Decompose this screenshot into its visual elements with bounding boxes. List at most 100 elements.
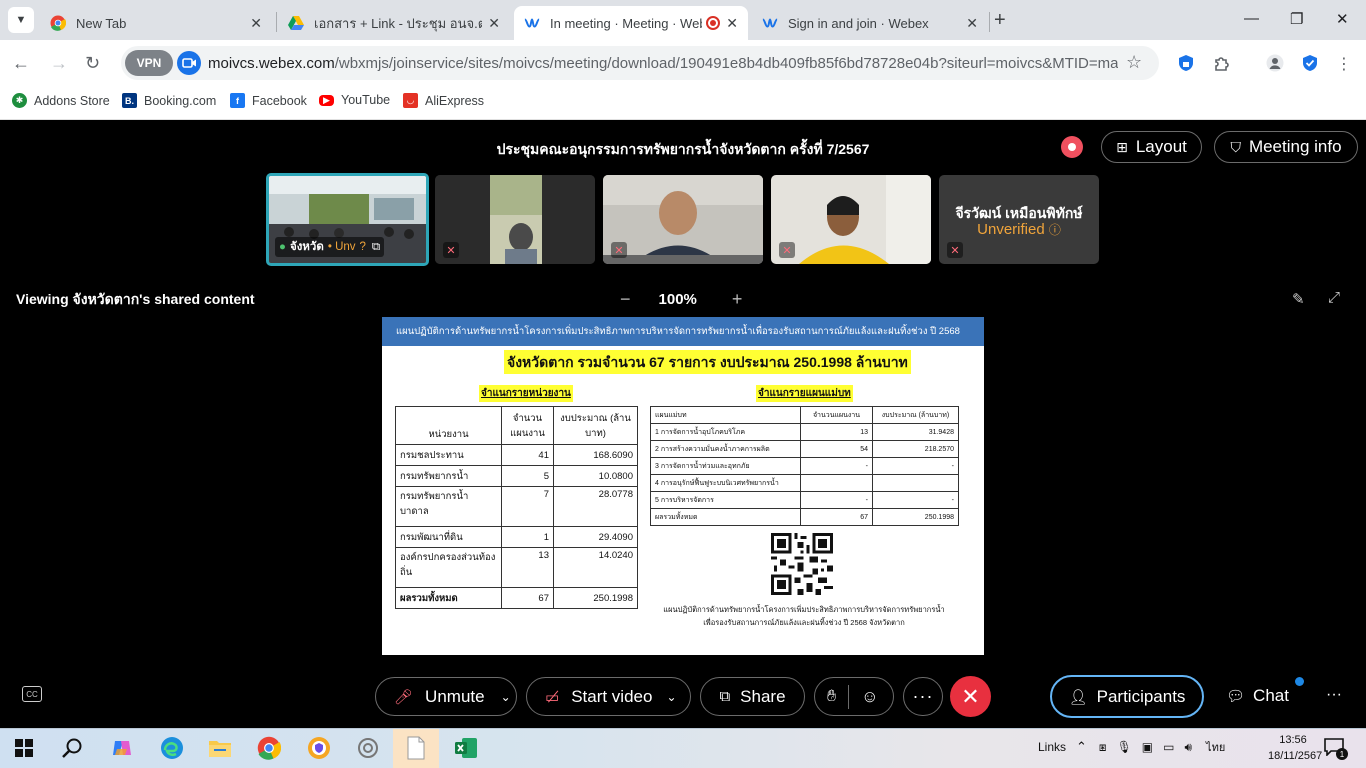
restore-button[interactable]: ❐ <box>1290 10 1303 28</box>
panel-more-button[interactable]: ··· <box>1326 686 1342 704</box>
tab-webex-sign-in[interactable]: Sign in and join · Webex ✕ <box>752 6 988 40</box>
chat-label: Chat <box>1253 686 1289 705</box>
unmute-label: Unmute <box>425 686 485 706</box>
chevron-up-icon[interactable]: ⌃ <box>1076 739 1087 755</box>
tab-title: เอกสาร + Link - ประชุม อนจ.ตาก 7 <box>314 15 483 31</box>
booking-icon: B. <box>122 93 137 108</box>
participant-tile[interactable]: ✕ <box>435 175 595 264</box>
unmute-button[interactable]: 🎤︎ Unmute ⌄ <box>375 677 517 716</box>
chat-bubble-icon: 💬︎ <box>1226 688 1246 705</box>
bookmark-label: YouTube <box>341 93 391 107</box>
security-shield-icon[interactable] <box>1301 54 1319 72</box>
new-tab-button[interactable]: + <box>994 10 1006 30</box>
layout-button[interactable]: ⊞ Layout <box>1101 131 1202 163</box>
table-cell: 41 <box>501 444 554 466</box>
tab-search-button[interactable]: ▼ <box>8 7 34 33</box>
taskbar-active-app[interactable] <box>393 729 439 768</box>
volume-icon[interactable]: 🔊︎ <box>1184 740 1192 755</box>
tab-webex-meeting[interactable]: In meeting · Meeting · Webex ✕ <box>514 6 748 40</box>
zoom-out-button[interactable]: − <box>620 289 631 310</box>
mic-muted-icon: ✕ <box>779 242 795 258</box>
close-icon[interactable]: ✕ <box>488 15 500 32</box>
chevron-down-icon[interactable]: ⌄ <box>501 690 511 704</box>
app-icon[interactable] <box>356 736 380 760</box>
tab-google-drive[interactable]: เอกสาร + Link - ประชุม อนจ.ตาก 7 ✕ <box>278 6 510 40</box>
extensions-puzzle-icon[interactable] <box>1213 54 1231 72</box>
document-title: จังหวัดตาก รวมจำนวน 67 รายการ งบประมาณ 2… <box>504 350 911 374</box>
bookmark-youtube[interactable]: ▶ YouTube <box>319 93 390 107</box>
table-cell: 5 การบริหารจัดการ <box>650 491 801 509</box>
search-icon[interactable] <box>60 736 84 760</box>
table-cell: กรมพัฒนาที่ดิน <box>395 526 502 548</box>
fullscreen-icon[interactable]: ⤢ <box>1328 289 1340 306</box>
close-icon[interactable]: ✕ <box>726 15 738 32</box>
annotate-pen-icon[interactable]: ✎ <box>1292 290 1305 308</box>
more-options-button[interactable]: ··· <box>903 677 943 716</box>
raise-hand-icon[interactable]: ✋︎ <box>827 688 836 706</box>
share-button[interactable]: ⧉ Share <box>700 677 805 716</box>
chat-button[interactable]: 💬︎ Chat <box>1226 686 1289 706</box>
browser-menu-button[interactable]: ⋮ <box>1336 54 1352 74</box>
more-dots-icon: ··· <box>912 686 934 706</box>
participants-button[interactable]: 👤︎ Participants <box>1050 675 1204 718</box>
camera-in-use-icon[interactable] <box>177 51 201 75</box>
meeting-info-button[interactable]: ⛉ Meeting info <box>1214 131 1358 163</box>
microphone-icon[interactable]: 🎙︎ <box>1117 740 1132 754</box>
participant-tile[interactable]: ✕ <box>771 175 931 264</box>
back-button[interactable]: ← <box>12 53 30 74</box>
youtube-icon: ▶ <box>319 94 334 106</box>
bookmark-addons-store[interactable]: ✱ Addons Store <box>12 93 110 108</box>
file-explorer-icon[interactable] <box>208 736 232 760</box>
unverified-status: Unverified ⓘ <box>977 221 1061 238</box>
notification-center-button[interactable]: 1 <box>1324 738 1348 760</box>
close-icon[interactable]: ✕ <box>966 15 978 32</box>
closed-captions-button[interactable]: CC <box>22 686 42 702</box>
reactions-smiley-icon[interactable]: ☺ <box>861 687 878 707</box>
excel-icon[interactable] <box>454 736 478 760</box>
edge-browser-icon[interactable] <box>160 736 184 760</box>
tab-new-tab[interactable]: New Tab ✕ <box>40 6 272 40</box>
zoom-in-button[interactable]: + <box>732 289 743 310</box>
copilot-icon[interactable] <box>110 736 134 760</box>
bookmark-aliexpress[interactable]: ◡ AliExpress <box>403 93 484 108</box>
table-cell: 29.4090 <box>553 526 638 548</box>
windows-start-icon[interactable] <box>12 736 36 760</box>
input-language[interactable]: ไทย <box>1206 738 1225 756</box>
caption-line: แผนปฏิบัติการด้านทรัพยากรน้ำโครงการเพิ่ม… <box>663 605 945 614</box>
table-cell: 1 การจัดการน้ำอุปโภคบริโภค <box>650 423 801 441</box>
chrome-icon <box>50 15 66 31</box>
shield-extension-icon[interactable] <box>1177 54 1195 72</box>
bookmark-star-icon[interactable]: ☆ <box>1126 52 1142 73</box>
url-text[interactable]: moivcs.webex.com/wbxmjs/joinservice/site… <box>208 55 1118 72</box>
links-toolbar[interactable]: Links <box>1038 740 1066 754</box>
tab-title: In meeting · Meeting · Webex <box>550 15 702 31</box>
chrome-icon[interactable] <box>257 736 281 760</box>
start-video-button[interactable]: ▭̸ Start video ⌄ <box>526 677 691 716</box>
participants-label: Participants <box>1096 686 1186 706</box>
table-header-cell: จำนวนแผนงาน <box>501 406 554 445</box>
battery-icon[interactable]: ▭ <box>1163 740 1174 754</box>
participant-tile[interactable]: ✕ <box>603 175 763 264</box>
minimize-button[interactable]: — <box>1244 10 1259 27</box>
participant-tile-active-speaker[interactable]: ● จังหวัด • Unv ? ⧉ <box>266 173 429 266</box>
profile-avatar-icon[interactable] <box>1266 54 1284 72</box>
bookmark-label: Addons Store <box>34 93 110 108</box>
bookmark-facebook[interactable]: f Facebook <box>230 93 307 108</box>
bookmark-booking[interactable]: B. Booking.com <box>122 93 216 108</box>
table-cell: กรมทรัพยากรน้ำบาดาล <box>395 486 502 527</box>
divider <box>848 684 850 709</box>
participant-tile-audio-only[interactable]: จีรวัฒน์ เหมือนพิทักษ์ Unverified ⓘ ✕ <box>939 175 1099 264</box>
vpn-badge[interactable]: VPN <box>125 50 173 76</box>
camera-in-use-icon[interactable]: ⧆ <box>1099 740 1107 755</box>
display-icon[interactable]: ▣ <box>1142 740 1153 754</box>
reload-button[interactable]: ↻ <box>85 53 100 74</box>
close-window-button[interactable]: ✕ <box>1336 10 1349 28</box>
recording-indicator-icon[interactable] <box>1061 136 1083 158</box>
browser-shield-icon[interactable] <box>307 736 331 760</box>
leave-meeting-button[interactable]: ✕ <box>950 676 991 717</box>
forward-button[interactable]: → <box>50 53 68 74</box>
table-cell: 13 <box>501 547 554 588</box>
close-icon[interactable]: ✕ <box>250 15 262 32</box>
chevron-down-icon[interactable]: ⌄ <box>666 690 676 704</box>
clock[interactable]: 13:56 18/11/2567 <box>1268 732 1322 764</box>
